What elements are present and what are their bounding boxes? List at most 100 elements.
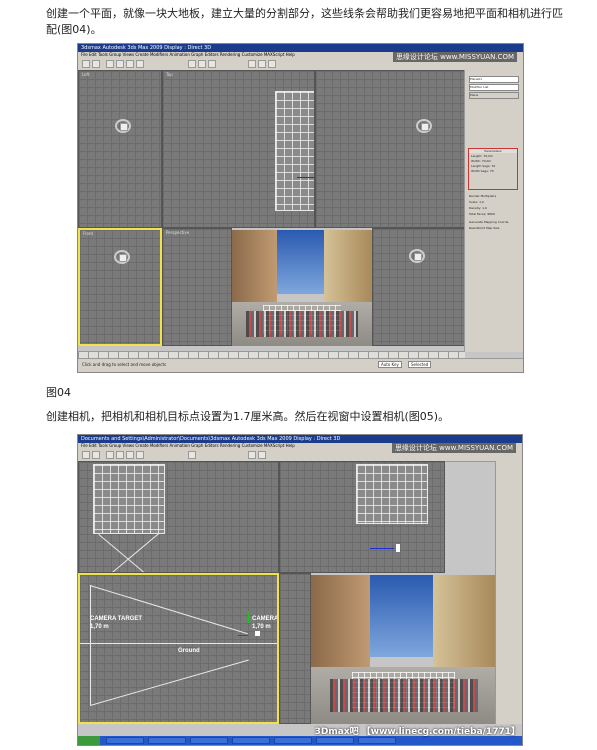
object-name-field[interactable]: Plane01	[469, 76, 519, 83]
generate-mapping-checkbox[interactable]: Generate Mapping Coords.	[469, 220, 509, 224]
window-title-bar: 3dsmax Autodesk 3ds Max 2009 Display : D…	[78, 44, 523, 52]
plane-object[interactable]	[356, 464, 428, 524]
scale-field[interactable]: Scale: 1,0	[469, 200, 484, 204]
move-icon[interactable]	[116, 451, 124, 459]
selection-set-dropdown[interactable]: Selected	[408, 361, 432, 368]
viewcube-icon[interactable]	[115, 119, 131, 133]
background-photo	[311, 575, 496, 724]
viewport-top[interactable]	[78, 461, 279, 573]
material-editor-icon[interactable]	[248, 60, 256, 68]
redo-icon[interactable]	[92, 451, 100, 459]
select-icon[interactable]	[106, 60, 114, 68]
plane-object[interactable]	[275, 91, 314, 211]
param-length[interactable]: Length: 70,0m	[471, 154, 515, 158]
ground-line	[80, 643, 277, 644]
x-axis-gizmo[interactable]	[238, 635, 248, 636]
frustum-bottom-line	[90, 659, 249, 706]
camera-icon[interactable]	[396, 544, 400, 552]
modifier-stack-item[interactable]: Plane	[469, 92, 519, 99]
plane-object[interactable]	[93, 464, 165, 534]
x-axis-gizmo[interactable]	[297, 177, 314, 178]
viewport-label: Perspective	[166, 230, 190, 235]
viewcube-icon[interactable]	[416, 119, 432, 133]
viewport-top[interactable]: Top	[162, 70, 315, 228]
status-bar: Click and drag to select and move object…	[78, 358, 523, 372]
render-icon[interactable]	[258, 451, 266, 459]
viewport-top-right[interactable]	[315, 70, 465, 228]
viewcube-icon[interactable]	[409, 249, 425, 263]
camera-frustum-line	[110, 533, 159, 572]
paragraph-2: 创建相机，把相机和相机目标点设置为1.7厘米高。然后在视窗中设置相机(图05)。	[46, 410, 450, 423]
camera-label: CAMERA 1,70 m	[252, 616, 279, 630]
align-icon[interactable]	[208, 60, 216, 68]
param-width[interactable]: Width: 70,0m	[471, 159, 515, 163]
rotate-icon[interactable]	[126, 60, 134, 68]
taskbar-item[interactable]	[274, 737, 312, 744]
paragraph-1: 创建一个平面，就像一块大地板，建立大量的分割部分，这些线条会帮助我们更容易地把平…	[46, 7, 563, 36]
undo-icon[interactable]	[82, 60, 90, 68]
camera-icon[interactable]	[255, 631, 260, 636]
scale-icon[interactable]	[136, 451, 144, 459]
viewport-perspective-empty[interactable]: Perspective	[162, 228, 232, 346]
density-field[interactable]: Density: 1,0	[469, 206, 487, 210]
scale-icon[interactable]	[136, 60, 144, 68]
render-icon[interactable]	[268, 60, 276, 68]
forum-watermark: 思缘设计论坛 www.MISSYUAN.COM	[391, 443, 516, 453]
undo-icon[interactable]	[82, 451, 90, 459]
viewport-perspective[interactable]	[279, 573, 311, 724]
camera-frustum-line	[98, 534, 147, 572]
select-icon[interactable]	[106, 451, 114, 459]
forum-watermark: 思缘设计论坛 www.MISSYUAN.COM	[392, 52, 517, 62]
site-watermark: 3Dmax吧 【www.linecg.com/tieba/1771】	[314, 727, 520, 737]
start-button[interactable]: start	[78, 736, 100, 745]
frustum-target-line	[90, 585, 91, 705]
viewport-left[interactable]: CAMERA TARGET 1,70 m CAMERA 1,70 m Groun…	[78, 573, 279, 724]
redo-icon[interactable]	[92, 60, 100, 68]
rotate-icon[interactable]	[126, 451, 134, 459]
viewport-label: Left	[82, 72, 90, 77]
viewport-left-top[interactable]: Left	[78, 70, 162, 228]
command-panel	[495, 461, 522, 724]
parameters-rollout: Parameters Length: 70,0m Width: 70,0m Le…	[468, 148, 518, 190]
taskbar-item[interactable]	[358, 737, 396, 744]
snap-icon[interactable]	[188, 451, 196, 459]
param-width-segs[interactable]: Width Segs: 70	[471, 169, 515, 173]
mirror-icon[interactable]	[198, 60, 206, 68]
max-screenshot-figure-04: 3dsmax Autodesk 3ds Max 2009 Display : D…	[77, 43, 524, 373]
background-photo	[232, 230, 372, 346]
render-setup-icon[interactable]	[258, 60, 266, 68]
taskbar-item[interactable]	[190, 737, 228, 744]
parameters-title[interactable]: Parameters	[469, 149, 517, 153]
taskbar-item[interactable]	[106, 737, 144, 744]
command-panel: Plane01 Modifier List Plane Parameters L…	[464, 70, 523, 352]
windows-taskbar: start 3Dmax吧 【www.linecg.com/tieba/1771】	[78, 727, 522, 745]
photo-crowd	[246, 311, 358, 337]
move-icon[interactable]	[116, 60, 124, 68]
total-faces-readout: Total Faces: 9800	[469, 212, 495, 216]
figure-caption: 图04	[46, 386, 71, 399]
snap-icon[interactable]	[188, 60, 196, 68]
material-editor-icon[interactable]	[248, 451, 256, 459]
viewport-front[interactable]: Front	[78, 228, 162, 346]
window-title-bar: Documents and Settings\Administrator\Doc…	[78, 435, 522, 443]
viewport-right-bottom[interactable]	[372, 228, 465, 346]
x-axis-gizmo[interactable]	[370, 548, 394, 549]
max-screenshot-figure-05: Documents and Settings\Administrator\Doc…	[77, 434, 523, 746]
viewcube-icon[interactable]	[114, 250, 130, 264]
viewport-front[interactable]	[279, 461, 445, 573]
camera-target-label: CAMERA TARGET 1,70 m	[90, 616, 142, 630]
taskbar-item[interactable]	[148, 737, 186, 744]
render-multipliers-label: Render Multipliers	[469, 194, 497, 198]
ground-label: Ground	[178, 648, 200, 654]
param-length-segs[interactable]: Length Segs: 70	[471, 164, 515, 168]
viewport-label: Front	[83, 231, 94, 236]
photo-crowd	[329, 679, 478, 713]
auto-key-button[interactable]: Auto Key	[378, 361, 402, 368]
real-world-map-checkbox[interactable]: Real-World Map Size	[469, 226, 499, 230]
status-prompt: Click and drag to select and move object…	[82, 362, 167, 367]
modifier-list-dropdown[interactable]: Modifier List	[469, 84, 519, 91]
taskbar-item[interactable]	[232, 737, 270, 744]
taskbar-item[interactable]	[316, 737, 354, 744]
y-axis-gizmo[interactable]	[248, 611, 249, 623]
viewport-label: Top	[166, 72, 173, 77]
